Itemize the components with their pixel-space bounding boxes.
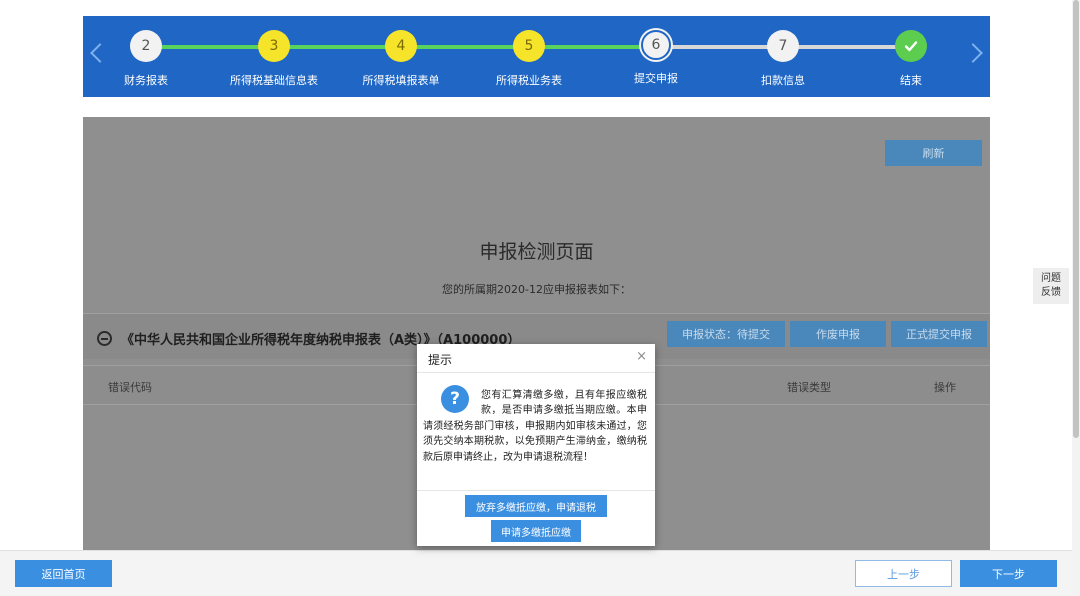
step-tax-basic-info[interactable]: 3 所得税基础信息表 — [214, 30, 334, 88]
bottom-nav-bar: 返回首页 上一步 下一步 — [0, 550, 1072, 596]
column-header-error-code: 错误代码 — [108, 381, 152, 394]
back-home-button[interactable]: 返回首页 — [15, 560, 112, 587]
page-title: 申报检测页面 — [479, 241, 594, 263]
step-submit-declaration[interactable]: 6 提交申报 — [596, 30, 716, 86]
declaration-status-button[interactable]: 申报状态：待提交 — [667, 321, 785, 347]
page-scrollbar[interactable] — [1072, 0, 1080, 596]
step-label: 所得税基础信息表 — [230, 74, 318, 87]
message-indent-spacer — [423, 388, 481, 416]
void-declaration-button[interactable]: 作废申报 — [790, 321, 886, 347]
page-subtitle: 您的所属期2020-12应申报报表如下： — [442, 283, 631, 296]
feedback-label-line2: 反馈 — [1041, 287, 1061, 298]
dialog-divider — [417, 490, 655, 491]
step-number: 4 — [385, 30, 417, 62]
scrollbar-thumb[interactable] — [1073, 0, 1079, 438]
step-finish[interactable]: 结束 — [851, 30, 971, 88]
step-number: 2 — [130, 30, 162, 62]
column-header-operation: 操作 — [934, 381, 956, 394]
step-number: 3 — [258, 30, 290, 62]
step-label: 所得税填报表单 — [362, 74, 440, 87]
feedback-tab[interactable]: 问题 反馈 — [1033, 268, 1069, 304]
step-deduction-info[interactable]: 7 扣款信息 — [723, 30, 843, 88]
step-label: 结束 — [900, 74, 922, 87]
checkmark-icon — [895, 30, 927, 62]
step-progress-bar: 2 财务报表 3 所得税基础信息表 4 所得税填报表单 5 所得税业务表 6 提… — [83, 16, 990, 97]
step-number: 5 — [513, 30, 545, 62]
step-number: 7 — [767, 30, 799, 62]
abandon-offset-apply-refund-button[interactable]: 放弃多缴抵应缴，申请退税 — [465, 495, 607, 517]
step-label: 财务报表 — [124, 74, 168, 87]
next-step-button[interactable]: 下一步 — [960, 560, 1057, 587]
collapse-icon[interactable] — [97, 331, 112, 346]
column-header-error-type: 错误类型 — [787, 381, 831, 394]
dialog-message-block: 您有汇算清缴多缴，且有年报应缴税款，是否申请多缴抵当期应缴。本申请须经税务部门审… — [423, 388, 647, 465]
previous-step-button[interactable]: 上一步 — [855, 560, 952, 587]
dialog-header: 提示 × — [417, 344, 655, 373]
apply-offset-button[interactable]: 申请多缴抵应缴 — [491, 520, 581, 542]
close-icon[interactable]: × — [636, 350, 647, 364]
step-label: 提交申报 — [634, 72, 678, 85]
step-label: 所得税业务表 — [496, 74, 562, 87]
prompt-dialog: 提示 × ? 您有汇算清缴多缴，且有年报应缴税款，是否申请多缴抵当期应缴。本申请… — [417, 344, 655, 546]
step-financial-statements[interactable]: 2 财务报表 — [86, 30, 206, 88]
step-label: 扣款信息 — [761, 74, 805, 87]
dialog-title: 提示 — [428, 353, 453, 367]
refresh-button[interactable]: 刷新 — [885, 140, 982, 166]
formal-submit-button[interactable]: 正式提交申报 — [891, 321, 987, 347]
step-number: 6 — [641, 30, 671, 60]
step-tax-business-table[interactable]: 5 所得税业务表 — [469, 30, 589, 88]
feedback-label-line1: 问题 — [1041, 273, 1061, 284]
step-tax-form[interactable]: 4 所得税填报表单 — [341, 30, 461, 88]
